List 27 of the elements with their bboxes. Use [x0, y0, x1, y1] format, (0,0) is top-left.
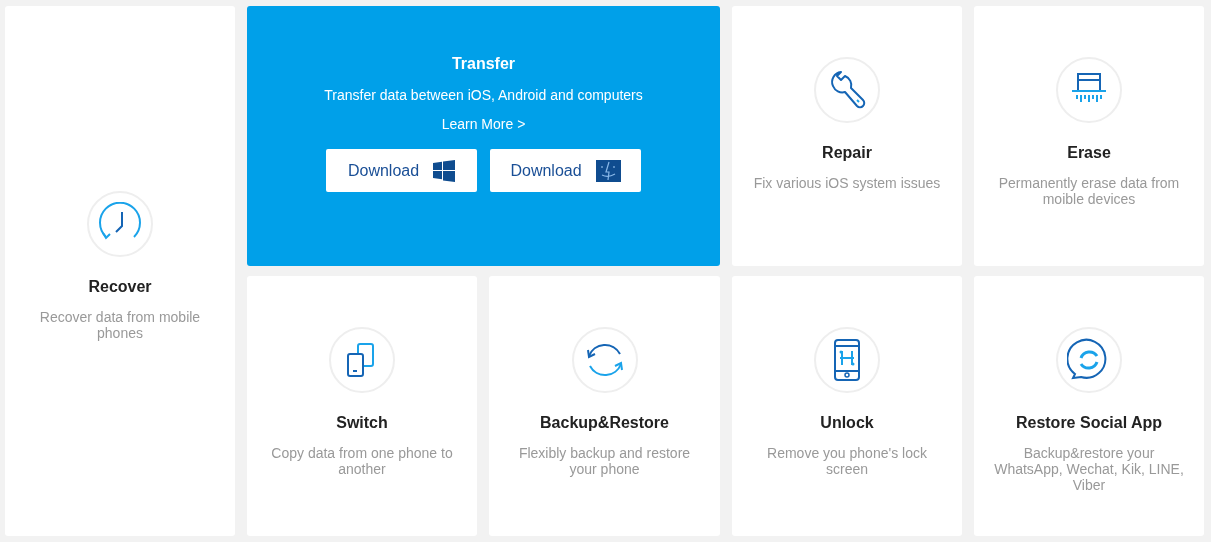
card-description: Transfer data between iOS, Android and computers	[324, 86, 643, 105]
finder-icon	[595, 159, 621, 182]
feature-card[interactable]: Erase Permanently erase data from moible devices	[974, 6, 1204, 266]
card-title: Transfer	[451, 54, 516, 74]
feature-card[interactable]: Backup&Restore Flexibly backup and restore your phone	[489, 276, 720, 536]
card-description: Flexibly backup and restore your phone	[517, 445, 692, 477]
card-description: Copy data from one phone to another	[270, 445, 454, 477]
download-button[interactable]: Download	[326, 149, 477, 192]
card-description: Backup&restore your WhatsApp, Wechat, Kik, LINE, Viber	[994, 445, 1184, 493]
windows-icon	[433, 159, 456, 182]
card-description: Permanently erase data from moible devices	[997, 175, 1181, 207]
card-description: Fix various iOS system issues	[753, 175, 941, 191]
card-title: Repair	[822, 143, 872, 163]
card-title: Switch	[336, 413, 388, 433]
card-title: Unlock	[820, 413, 874, 433]
card-description: Remove you phone's lock screen	[766, 445, 928, 477]
feature-card[interactable]: Switch Copy data from one phone to another	[247, 276, 477, 536]
feature-card[interactable]: Unlock Remove you phone's lock screen	[732, 276, 962, 536]
card-title: Restore Social App	[1015, 413, 1163, 433]
feature-card[interactable]: Repair Fix various iOS system issues	[732, 6, 962, 266]
card-title: Backup&Restore	[540, 413, 669, 433]
card-title: Recover	[88, 277, 152, 297]
download-button[interactable]: Download	[490, 149, 641, 192]
card-title: Erase	[1067, 143, 1111, 163]
card-description: Recover data from mobile phones	[38, 309, 202, 341]
feature-card[interactable]: Restore Social App Backup&restore your WhatsApp, Wechat, Kik, LINE, Viber	[974, 276, 1204, 536]
feature-card[interactable]: Recover Recover data from mobile phones	[5, 6, 235, 536]
